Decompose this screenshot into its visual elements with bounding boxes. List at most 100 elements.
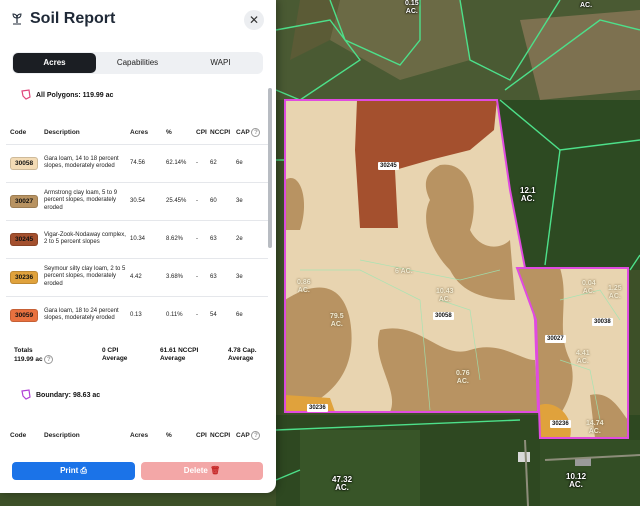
soil-cap: 2e xyxy=(236,219,268,258)
help-icon[interactable]: ? xyxy=(251,128,261,138)
soil-code: 30059 xyxy=(6,295,44,334)
soil-percent-text: 62.14% xyxy=(166,160,187,166)
soil-code: 30027 xyxy=(6,181,44,220)
soil-code-text: 30058 xyxy=(10,156,39,170)
field-acres-label: 0.04 AC. xyxy=(582,280,596,295)
soil-cap: 6e xyxy=(236,295,268,334)
soil-table: Code Description Acres % CPI NCCPI CAP ?… xyxy=(6,122,268,334)
totals-acres: 119.99 ac xyxy=(14,356,43,363)
field-acres-label: 14.74 AC. xyxy=(586,420,604,435)
help-icon[interactable]: ? xyxy=(251,430,261,440)
soil-cpi: - xyxy=(196,143,210,182)
soil-percent-text: 25.45% xyxy=(166,198,187,204)
totals-cpi: 0 CPI Average xyxy=(102,347,128,362)
soil-acres-text: 74.56 xyxy=(130,160,146,166)
soil-code: 30236 xyxy=(6,257,44,296)
table-row[interactable]: 30027 Armstrong clay loam, 5 to 9 percent… xyxy=(6,181,268,220)
soil-acres-text: 10.34 xyxy=(130,236,146,242)
all-polygons-heading: All Polygons: 119.99 ac xyxy=(20,89,113,101)
table-row[interactable]: 30059 Gara loam, 18 to 24 percent slopes,… xyxy=(6,295,268,334)
close-button[interactable]: ✕ xyxy=(244,10,264,30)
soil-description-text: Gara loam, 18 to 24 percent slopes, mode… xyxy=(44,307,119,322)
field-acres-label: 79.5 AC. xyxy=(330,313,344,328)
soil-field-main[interactable] xyxy=(284,99,540,413)
soil-acres: 10.34 xyxy=(130,219,166,258)
soil-acres-text: 30.54 xyxy=(130,198,146,204)
soil-acres: 74.56 xyxy=(130,143,166,182)
soil-percent-text: 3.68% xyxy=(166,274,184,280)
trash-icon: 🗑 xyxy=(210,466,221,475)
soil-code-text: 30245 xyxy=(10,232,39,246)
help-icon[interactable]: ? xyxy=(44,355,54,364)
soil-nccpi-text: 54 xyxy=(210,312,217,319)
soil-nccpi-text: 63 xyxy=(210,236,217,242)
soil-cap-text: 6e xyxy=(236,160,243,166)
soil-description: Armstrong clay loam, 5 to 9 percent slop… xyxy=(44,181,130,220)
soil-description-text: Vigar-Zook-Nodaway complex, 2 to 5 perce… xyxy=(44,231,126,246)
soil-cpi: - xyxy=(196,181,210,220)
field-acres-label: 0.86 AC. xyxy=(297,279,311,294)
soil-cpi-text: - xyxy=(196,274,198,280)
soil-code-text: 30027 xyxy=(10,194,39,208)
tab-bar: Acres Capabilities WAPI xyxy=(12,52,263,74)
print-button[interactable]: Print ⎙ xyxy=(12,462,135,480)
field-acres-label: 4.41 AC. xyxy=(576,350,590,365)
map-acres-label: 12.1 AC. xyxy=(520,186,536,203)
soil-description: Vigar-Zook-Nodaway complex, 2 to 5 perce… xyxy=(44,219,130,258)
soil-percent-text: 0.11% xyxy=(166,312,183,319)
close-icon: ✕ xyxy=(248,13,260,27)
soil-cap-text: 2e xyxy=(236,236,243,242)
col-header-description: Description xyxy=(44,431,80,439)
table-row[interactable]: 30236 Seymour silty clay loam, 2 to 5 per… xyxy=(6,257,268,296)
table-row[interactable]: 30058 Gara loam, 14 to 18 percent slopes,… xyxy=(6,143,268,182)
soil-percent: 0.11% xyxy=(166,295,196,334)
soil-code-text: 30059 xyxy=(10,308,39,322)
soil-nccpi-text: 63 xyxy=(210,274,217,280)
soil-description-text: Seymour silty clay loam, 2 to 5 percent … xyxy=(44,265,126,287)
map-unit-tag: 30245 xyxy=(378,162,399,170)
panel-scrollbar[interactable] xyxy=(268,88,272,248)
soil-nccpi: 62 xyxy=(210,143,236,182)
map-acres-label: 10.12 AC. xyxy=(566,472,587,489)
soil-code: 30058 xyxy=(6,143,44,182)
panel-header: Soil Report xyxy=(10,10,115,28)
soil-cpi-text: - xyxy=(196,312,198,319)
soil-cap-text: 3e xyxy=(236,198,243,204)
soil-nccpi: 54 xyxy=(210,295,236,334)
soil-code: 30245 xyxy=(6,219,44,258)
col-header-cap: CAP ? xyxy=(236,424,268,446)
soil-nccpi: 60 xyxy=(210,181,236,220)
all-polygons-label: All Polygons: 119.99 ac xyxy=(36,91,114,99)
tab-capabilities[interactable]: Capabilities xyxy=(96,53,179,73)
soil-percent: 25.45% xyxy=(166,181,196,220)
soil-cpi: - xyxy=(196,257,210,296)
col-header-acres: Acres xyxy=(130,129,149,137)
field-acres-label: 1.25 AC. xyxy=(608,285,622,300)
soil-cpi-text: - xyxy=(196,198,198,204)
col-header-percent: % xyxy=(166,129,172,137)
soil-table-body: 30058 Gara loam, 14 to 18 percent slopes,… xyxy=(6,143,268,334)
field-acres-label: 6 AC. xyxy=(395,268,413,275)
tab-acres[interactable]: Acres xyxy=(13,53,96,73)
soil-nccpi: 63 xyxy=(210,219,236,258)
soil-code-text: 30236 xyxy=(10,270,39,284)
tab-wapi[interactable]: WAPI xyxy=(179,53,262,73)
soil-cpi: - xyxy=(196,219,210,258)
soil-description: Seymour silty clay loam, 2 to 5 percent … xyxy=(44,257,130,296)
boundary-label: Boundary: 98.63 ac xyxy=(36,391,101,399)
map-acres-label: AC. xyxy=(580,2,593,9)
soil-percent: 8.62% xyxy=(166,219,196,258)
table-row[interactable]: 30245 Vigar-Zook-Nodaway complex, 2 to 5 … xyxy=(6,219,268,258)
polygon-icon xyxy=(21,389,31,400)
soil-description: Gara loam, 18 to 24 percent slopes, mode… xyxy=(44,295,130,334)
soil-cap: 3e xyxy=(236,181,268,220)
soil-percent: 62.14% xyxy=(166,143,196,182)
delete-button[interactable]: Delete 🗑 xyxy=(141,462,263,480)
soil-description-text: Gara loam, 14 to 18 percent slopes, mode… xyxy=(44,155,119,170)
soil-description-text: Armstrong clay loam, 5 to 9 percent slop… xyxy=(44,189,118,211)
col-header-nccpi: NCCPI xyxy=(210,431,231,439)
soil-percent-text: 8.62% xyxy=(166,236,184,242)
soil-cap-text: 6e xyxy=(236,312,243,319)
soil-nccpi-text: 62 xyxy=(210,160,217,166)
soil-acres-text: 0.13 xyxy=(130,312,142,319)
